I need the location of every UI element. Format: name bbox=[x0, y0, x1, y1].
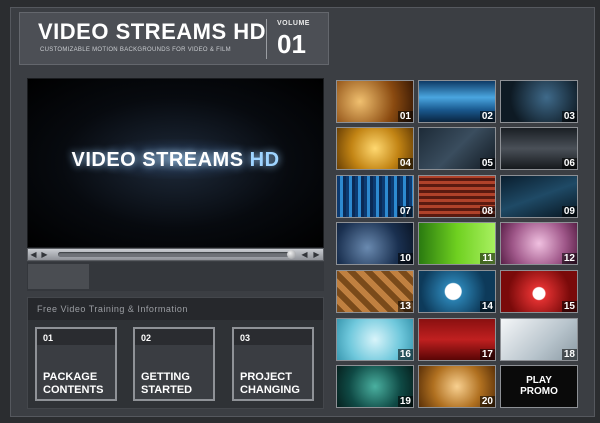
training-number: 03 bbox=[240, 333, 251, 343]
thumbnail-16[interactable]: 16 bbox=[336, 318, 414, 361]
thumbnail-13[interactable]: 13 bbox=[336, 270, 414, 313]
thumbnail-number: 10 bbox=[397, 253, 413, 264]
fullscreen-icon[interactable]: ▶ bbox=[312, 250, 321, 259]
volume-icon[interactable]: ◀ bbox=[300, 250, 309, 259]
thumbnail-number: 20 bbox=[479, 396, 495, 407]
thumbnail-number: 07 bbox=[397, 206, 413, 217]
thumbnail-12[interactable]: 12 bbox=[500, 222, 578, 265]
thumbnail-number: 04 bbox=[397, 158, 413, 169]
thumbnail-number: 09 bbox=[561, 206, 577, 217]
seek-bar[interactable] bbox=[58, 252, 290, 257]
volume-number: 01 bbox=[277, 29, 306, 59]
thumbnail-number: 19 bbox=[397, 396, 413, 407]
play-promo-button[interactable]: PLAY PROMO bbox=[500, 365, 578, 408]
volume-divider bbox=[266, 19, 267, 59]
thumbnail-03[interactable]: 03 bbox=[500, 80, 578, 123]
thumbnail-number: 03 bbox=[561, 111, 577, 122]
training-panel: Free Video Training & Information 01 PAC… bbox=[27, 297, 324, 409]
thumbnail-02[interactable]: 02 bbox=[418, 80, 496, 123]
play-icon[interactable]: ▶ bbox=[40, 250, 49, 259]
thumbnail-number: 01 bbox=[397, 111, 413, 122]
thumbnail-number: 16 bbox=[397, 349, 413, 360]
video-player[interactable]: VIDEO STREAMS HD bbox=[27, 78, 324, 248]
thumbnail-09[interactable]: 09 bbox=[500, 175, 578, 218]
thumbnail-number: 11 bbox=[480, 253, 495, 264]
thumbnail-01[interactable]: 01 bbox=[336, 80, 414, 123]
training-label: PACKAGE CONTENTS bbox=[43, 371, 104, 396]
thumbnail-number: 13 bbox=[397, 301, 413, 312]
thumbnail-05[interactable]: 05 bbox=[418, 127, 496, 170]
training-package-contents-button[interactable]: 01 PACKAGE CONTENTS bbox=[35, 327, 117, 401]
training-label: PROJECT CHANGING bbox=[240, 371, 300, 396]
seek-handle[interactable] bbox=[287, 250, 296, 259]
thumbnail-number: 05 bbox=[479, 158, 495, 169]
training-number: 01 bbox=[43, 333, 54, 343]
thumbnail-number: 02 bbox=[479, 111, 495, 122]
training-header: Free Video Training & Information bbox=[28, 298, 323, 320]
thumbnail-06[interactable]: 06 bbox=[500, 127, 578, 170]
thumbnail-20[interactable]: 20 bbox=[418, 365, 496, 408]
volume-label: VOLUME bbox=[277, 20, 310, 27]
thumbnail-number: 08 bbox=[479, 206, 495, 217]
thumbnail-15[interactable]: 15 bbox=[500, 270, 578, 313]
training-label: GETTING STARTED bbox=[141, 371, 193, 396]
thumbnail-04[interactable]: 04 bbox=[336, 127, 414, 170]
thumbnail-14[interactable]: 14 bbox=[418, 270, 496, 313]
thumbnail-number: 06 bbox=[561, 158, 577, 169]
thumbnail-18[interactable]: 18 bbox=[500, 318, 578, 361]
training-project-changing-button[interactable]: 03 PROJECT CHANGING bbox=[232, 327, 314, 401]
thumbnail-number: 15 bbox=[561, 301, 577, 312]
training-title: Free Video Training & Information bbox=[37, 304, 188, 314]
mute-icon[interactable]: ◀ bbox=[29, 250, 38, 259]
app-subtitle: CUSTOMIZABLE MOTION BACKGROUNDS FOR VIDE… bbox=[40, 47, 231, 53]
header-banner: VIDEO STREAMS HD CUSTOMIZABLE MOTION BAC… bbox=[19, 12, 329, 65]
thumbnail-number: 12 bbox=[561, 253, 577, 264]
player-info-tab[interactable] bbox=[28, 264, 89, 289]
thumbnail-number: 14 bbox=[479, 301, 495, 312]
app-title: VIDEO STREAMS HD bbox=[38, 19, 267, 44]
thumbnail-number: 18 bbox=[561, 349, 577, 360]
thumbnail-10[interactable]: 10 bbox=[336, 222, 414, 265]
play-promo-label: PLAY PROMO bbox=[520, 375, 558, 397]
thumbnail-17[interactable]: 17 bbox=[418, 318, 496, 361]
thumbnail-08[interactable]: 08 bbox=[418, 175, 496, 218]
thumbnail-07[interactable]: 07 bbox=[336, 175, 414, 218]
thumbnail-19[interactable]: 19 bbox=[336, 365, 414, 408]
thumbnail-11[interactable]: 11 bbox=[418, 222, 496, 265]
thumbnail-number: 17 bbox=[479, 349, 495, 360]
training-number: 02 bbox=[141, 333, 152, 343]
video-title: VIDEO STREAMS HD bbox=[71, 149, 280, 171]
player-controls: ◀ ▶ ◀ ▶ bbox=[27, 248, 324, 261]
training-getting-started-button[interactable]: 02 GETTING STARTED bbox=[133, 327, 215, 401]
